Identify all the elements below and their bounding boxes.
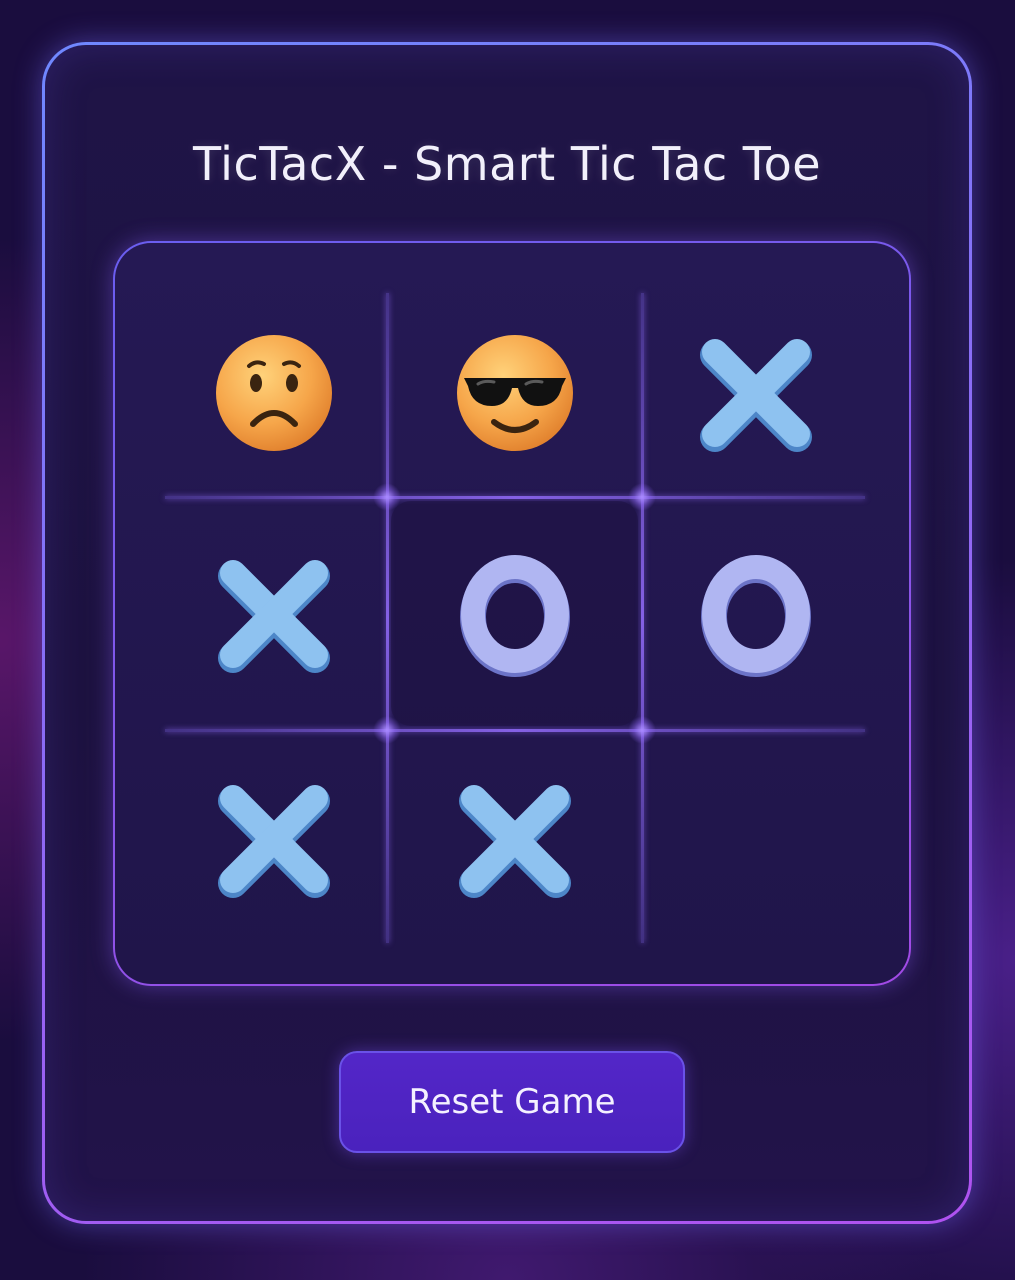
board-cell[interactable] [646, 293, 865, 493]
board-cell[interactable] [165, 734, 383, 943]
board-grid [165, 293, 865, 943]
game-board [113, 241, 911, 986]
o-mark [459, 554, 570, 677]
reset-game-button[interactable]: Reset Game [339, 1051, 685, 1153]
board-cell[interactable] [646, 734, 865, 943]
sad-face-icon [216, 335, 332, 451]
board-cell[interactable] [165, 501, 383, 726]
x-mark [458, 784, 571, 898]
grid-line [165, 496, 865, 499]
board-cell[interactable] [391, 501, 638, 726]
game-card: TicTacX - Smart Tic Tac Toe Reset Game [42, 42, 972, 1224]
board-cell[interactable] [165, 293, 383, 493]
x-mark [699, 339, 812, 452]
board-cell[interactable] [391, 734, 638, 943]
x-mark [218, 784, 330, 898]
grid-line [641, 293, 644, 943]
grid-line [386, 293, 389, 943]
o-mark [700, 554, 811, 677]
page-title: TicTacX - Smart Tic Tac Toe [192, 137, 822, 191]
board-cell[interactable] [391, 293, 638, 493]
grid-line [165, 729, 865, 732]
board-cell[interactable] [646, 501, 865, 726]
sunglasses-face-icon [456, 335, 573, 451]
x-mark [218, 559, 330, 673]
